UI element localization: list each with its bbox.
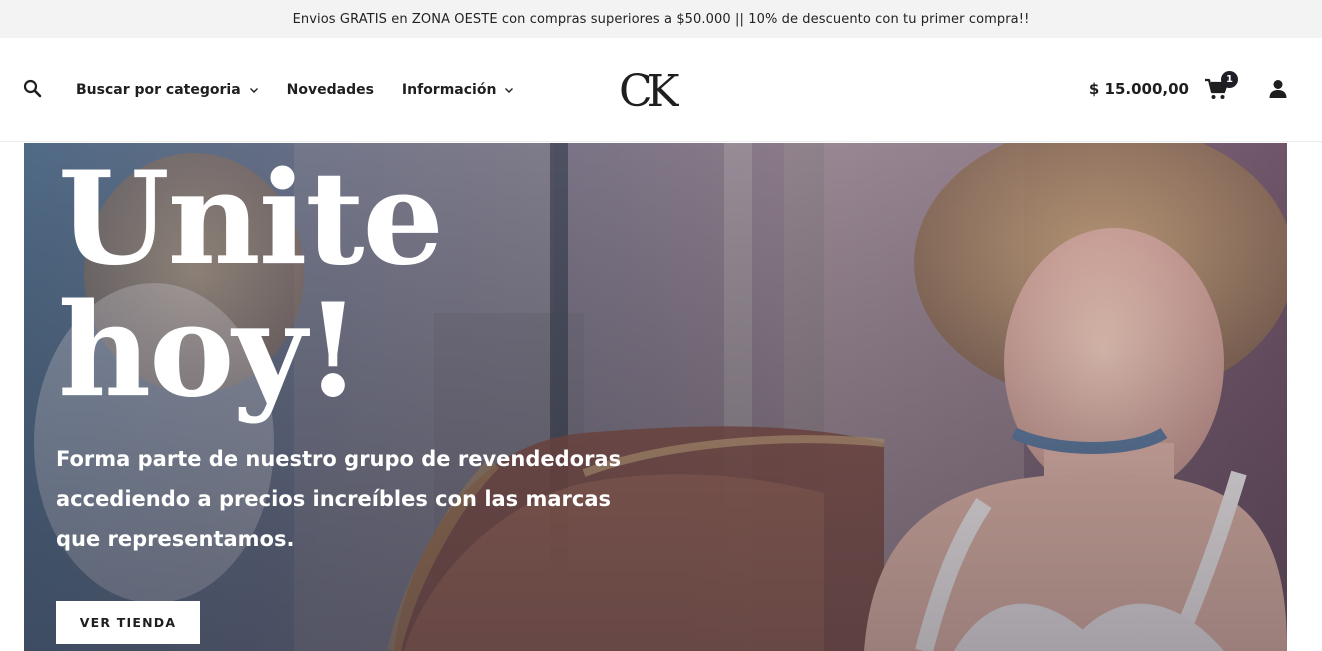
chevron-down-icon bbox=[505, 88, 514, 93]
logo-text: CK bbox=[619, 66, 679, 114]
ver-tienda-button-label: VER TIENDA bbox=[79, 615, 177, 630]
nav-item-label: Buscar por categoria bbox=[76, 82, 241, 98]
cart-count-badge[interactable]: 1 bbox=[1221, 71, 1238, 88]
hero-banner: Unite hoy! Forma parte de nuestro grupo … bbox=[24, 143, 1287, 651]
announcement-text: Envios GRATIS en ZONA OESTE con compras … bbox=[292, 11, 1030, 27]
hero-title: Unite hoy! bbox=[58, 153, 578, 417]
nav-item-label: Novedades bbox=[286, 82, 374, 98]
search-icon[interactable] bbox=[22, 78, 44, 100]
chevron-down-icon bbox=[249, 88, 258, 93]
hero-title-line-1: Unite bbox=[58, 144, 444, 294]
main-nav: Buscar por categoria Novedades Informaci… bbox=[76, 38, 542, 142]
cart-total[interactable]: $ 15.000,00 bbox=[1089, 80, 1189, 98]
nav-item-categories[interactable]: Buscar por categoria bbox=[76, 82, 259, 98]
nav-item-label: Información bbox=[401, 82, 497, 98]
nav-item-informacion[interactable]: Información bbox=[402, 82, 515, 98]
brand-logo[interactable]: CK bbox=[619, 66, 687, 117]
user-icon[interactable] bbox=[1267, 78, 1289, 100]
ver-tienda-button[interactable]: VER TIENDA bbox=[56, 601, 200, 644]
hero-title-line-2: hoy! bbox=[58, 276, 361, 426]
hero-subtitle: Forma parte de nuestro grupo de revended… bbox=[56, 447, 622, 551]
site-header: Buscar por categoria Novedades Informaci… bbox=[0, 38, 1322, 142]
announcement-bar: Envios GRATIS en ZONA OESTE con compras … bbox=[0, 0, 1322, 38]
nav-item-novedades[interactable]: Novedades bbox=[287, 82, 374, 98]
